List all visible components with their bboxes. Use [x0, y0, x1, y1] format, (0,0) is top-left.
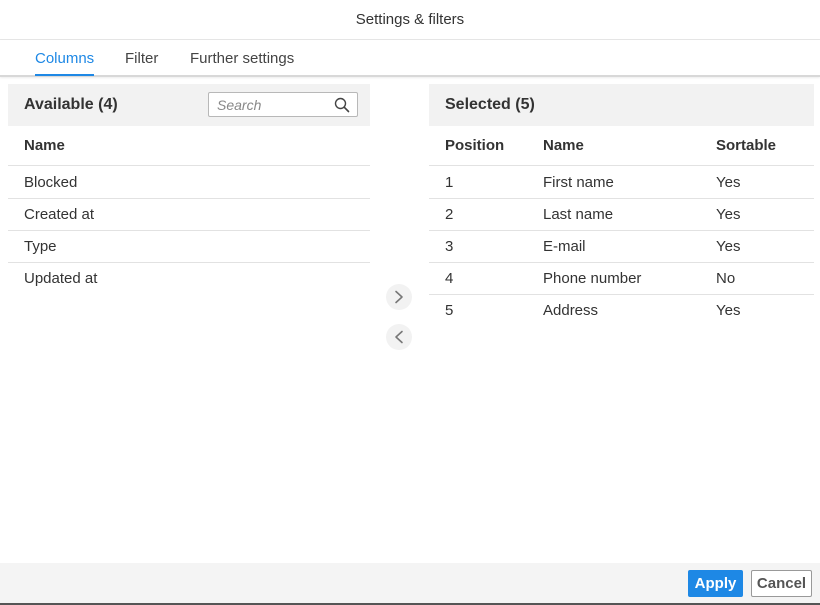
selected-row-name[interactable]: E-mail [543, 238, 586, 255]
search-icon[interactable] [334, 97, 350, 113]
selected-row-sortable[interactable]: Yes [716, 206, 740, 223]
selected-row-name[interactable]: First name [543, 174, 614, 191]
available-row-blocked[interactable]: Blocked [24, 174, 77, 191]
selected-row-position[interactable]: 3 [445, 238, 453, 255]
selected-row-position[interactable]: 1 [445, 174, 453, 191]
available-row-updated-at[interactable]: Updated at [24, 270, 97, 287]
tab-columns[interactable]: Columns [35, 50, 95, 76]
available-col-name[interactable]: Name [24, 137, 65, 154]
divider [429, 230, 814, 231]
selected-row-sortable[interactable]: Yes [716, 238, 740, 255]
tab-filter[interactable]: Filter [125, 50, 158, 67]
selected-col-name[interactable]: Name [543, 137, 584, 154]
divider [429, 165, 814, 166]
search-input[interactable] [209, 93, 324, 116]
selected-col-position[interactable]: Position [445, 137, 504, 154]
divider [429, 294, 814, 295]
available-row-created-at[interactable]: Created at [24, 206, 94, 223]
selected-title: Selected (5) [445, 96, 535, 113]
tab-bar: Columns Filter Further settings [0, 40, 820, 77]
selected-row-position[interactable]: 2 [445, 206, 453, 223]
selected-row-name[interactable]: Last name [543, 206, 613, 223]
cancel-button[interactable]: Cancel [751, 570, 812, 597]
divider [8, 165, 370, 166]
selected-col-sortable[interactable]: Sortable [716, 137, 776, 154]
divider [8, 230, 370, 231]
divider [8, 198, 370, 199]
chevron-right-icon [395, 290, 403, 304]
dialog-title: Settings & filters [355, 11, 465, 28]
move-left-button[interactable] [386, 324, 412, 350]
apply-button[interactable]: Apply [688, 570, 743, 597]
divider [429, 198, 814, 199]
available-title: Available (4) [24, 96, 118, 113]
settings-dialog: Settings & filters Columns Filter Furthe… [0, 0, 820, 605]
selected-row-sortable[interactable]: Yes [716, 302, 740, 319]
chevron-left-icon [395, 330, 403, 344]
search-box[interactable] [208, 92, 358, 117]
tab-further-settings[interactable]: Further settings [190, 50, 294, 67]
selected-row-name[interactable]: Address [543, 302, 598, 319]
move-right-button[interactable] [386, 284, 412, 310]
divider [8, 262, 370, 263]
divider [429, 262, 814, 263]
selected-row-sortable[interactable]: Yes [716, 174, 740, 191]
selected-row-sortable[interactable]: No [716, 270, 735, 287]
selected-row-name[interactable]: Phone number [543, 270, 641, 287]
available-row-type[interactable]: Type [24, 238, 57, 255]
selected-row-position[interactable]: 4 [445, 270, 453, 287]
selected-row-position[interactable]: 5 [445, 302, 453, 319]
selected-panel-header: Selected (5) [429, 84, 814, 126]
dialog-title-bar: Settings & filters [0, 0, 820, 40]
